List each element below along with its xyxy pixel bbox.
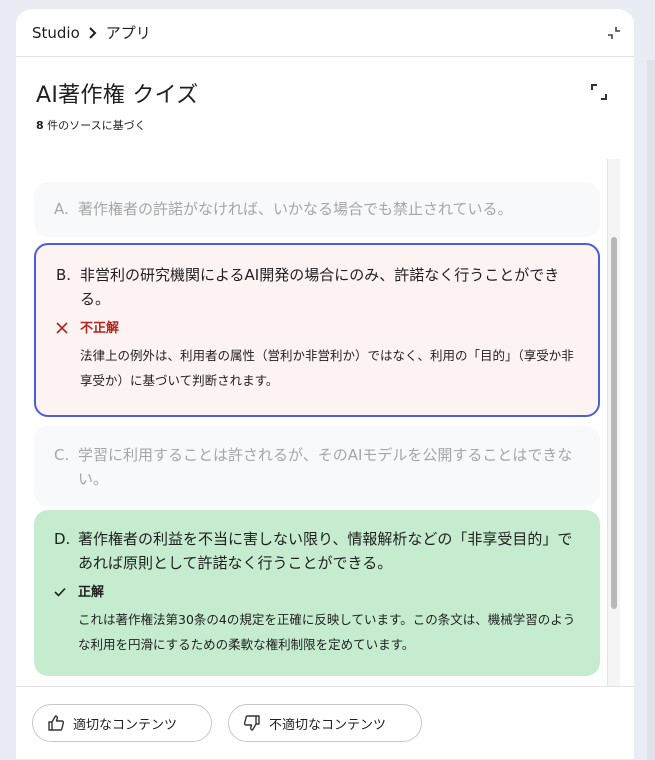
options-scroll-area: A. 著作権者の許諾がなければ、いかなる場合でも禁止されている。 B. 非営利の…	[34, 159, 620, 686]
feedback-wrong: 不正解 法律上の例外は、利用者の属性（営利か非営利か）ではなく、利用の「目的」（…	[56, 319, 578, 393]
option-letter: D.	[54, 530, 71, 548]
option-letter: B.	[56, 266, 72, 284]
window-edge	[647, 60, 655, 760]
breadcrumb-current: アプリ	[105, 24, 151, 42]
option-text: 非営利の研究機関によるAI開発の場合にのみ、許諾なく行うことができる。	[80, 266, 560, 308]
answer-option-d[interactable]: D. 著作権者の利益を不当に害しない限り、情報解析などの「非享受目的」であれば原…	[34, 510, 600, 676]
feedback-footer: 適切なコンテンツ 不適切なコンテンツ	[16, 686, 634, 759]
scrollbar[interactable]	[607, 159, 620, 686]
option-text: 学習に利用することは許されるが、そのAIモデルを公開することはできない。	[78, 446, 573, 488]
collapse-icon[interactable]	[606, 25, 622, 41]
verdict-label: 正解	[78, 585, 105, 600]
option-text: 著作権者の許諾がなければ、いかなる場合でも禁止されている。	[78, 200, 513, 218]
good-content-label: 適切なコンテンツ	[73, 717, 178, 733]
studio-panel: Studio アプリ AI著作権 クイズ 8 件のソースに基づく A. 著作権者…	[16, 9, 634, 759]
thumbs-up-icon	[48, 715, 65, 731]
source-count-number: 8	[36, 119, 44, 132]
check-icon	[54, 583, 78, 657]
scrollbar-thumb[interactable]	[611, 237, 617, 609]
answer-option-b[interactable]: B. 非営利の研究機関によるAI開発の場合にのみ、許諾なく行うことができる。 不…	[34, 243, 600, 417]
quiz-header: AI著作権 クイズ 8 件のソースに基づく	[16, 57, 634, 133]
page-title: AI著作権 クイズ	[36, 83, 199, 108]
breadcrumb: Studio アプリ	[16, 9, 634, 57]
source-count: 8 件のソースに基づく	[36, 117, 614, 133]
option-letter: A.	[54, 200, 69, 218]
option-letter: C.	[54, 446, 70, 464]
good-content-button[interactable]: 適切なコンテンツ	[32, 704, 212, 742]
expand-icon[interactable]	[590, 83, 608, 101]
verdict-explanation: これは著作権法第30条の4の規定を正確に反映しています。この条文は、機械学習のよ…	[78, 612, 576, 652]
verdict-explanation: 法律上の例外は、利用者の属性（営利か非営利か）ではなく、利用の「目的」（享受か非…	[80, 348, 574, 388]
answer-option-c[interactable]: C. 学習に利用することは許されるが、そのAIモデルを公開することはできない。	[34, 426, 600, 506]
thumbs-down-icon	[243, 715, 260, 731]
feedback-correct: 正解 これは著作権法第30条の4の規定を正確に反映しています。この条文は、機械学…	[54, 583, 580, 657]
verdict-label: 不正解	[80, 321, 120, 336]
chevron-right-icon	[88, 26, 98, 39]
bad-content-label: 不適切なコンテンツ	[269, 717, 387, 733]
source-count-label: 件のソースに基づく	[47, 119, 146, 132]
breadcrumb-root[interactable]: Studio	[32, 24, 80, 42]
close-icon	[56, 319, 80, 393]
bad-content-button[interactable]: 不適切なコンテンツ	[228, 704, 422, 742]
option-text: 著作権者の利益を不当に害しない限り、情報解析などの「非享受目的」であれば原則とし…	[78, 530, 573, 572]
answer-option-a[interactable]: A. 著作権者の許諾がなければ、いかなる場合でも禁止されている。	[34, 182, 600, 237]
